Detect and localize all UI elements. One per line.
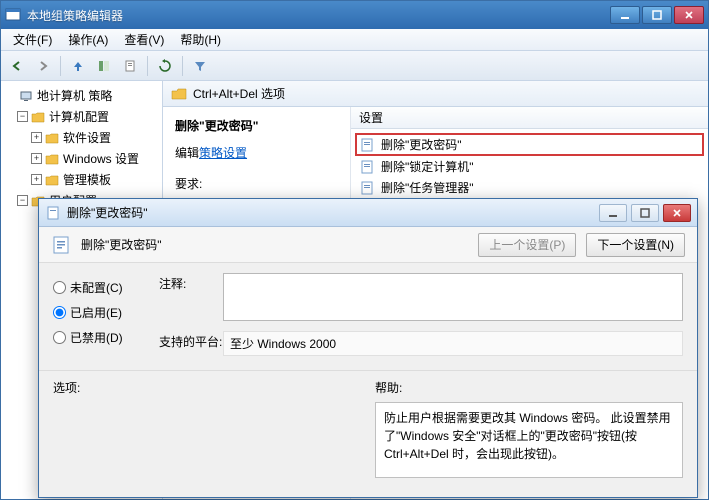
- toolbar-separator: [147, 56, 148, 76]
- window-buttons: [610, 6, 704, 24]
- tree-root[interactable]: 地计算机 策略: [3, 85, 162, 106]
- radio-not-configured-input[interactable]: [53, 281, 66, 294]
- radio-disabled-input[interactable]: [53, 331, 66, 344]
- app-icon: [5, 7, 21, 23]
- policy-icon: [51, 235, 71, 255]
- dialog-title: 删除"更改密码": [67, 204, 599, 221]
- tree-label: 管理模板: [63, 171, 111, 188]
- list-item[interactable]: 删除"更改密码": [355, 133, 704, 156]
- tree-computer-config[interactable]: − 计算机配置: [3, 106, 162, 127]
- refresh-button[interactable]: [153, 54, 177, 78]
- policy-dialog: 删除"更改密码" 删除"更改密码" 上一个设置(P) 下一个设置(N) 未配置(…: [38, 198, 698, 498]
- toolbar-separator: [182, 56, 183, 76]
- radio-label: 已禁用(D): [70, 329, 123, 346]
- menubar: 文件(F) 操作(A) 查看(V) 帮助(H): [1, 29, 708, 51]
- tree-admin-templates[interactable]: + 管理模板: [3, 169, 162, 190]
- comment-label: 注释:: [159, 273, 223, 292]
- path-header: Ctrl+Alt+Del 选项: [163, 81, 708, 107]
- menu-action[interactable]: 操作(A): [60, 29, 116, 50]
- list-item[interactable]: 删除"任务管理器": [355, 177, 704, 198]
- folder-icon: [45, 131, 59, 145]
- help-column: 帮助: 防止用户根据需要更改其 Windows 密码。 此设置禁用了"Windo…: [375, 379, 683, 478]
- radio-enabled[interactable]: 已启用(E): [53, 304, 145, 321]
- dialog-minimize-button[interactable]: [599, 204, 627, 222]
- list-item[interactable]: 删除"锁定计算机": [355, 156, 704, 177]
- up-button[interactable]: [66, 54, 90, 78]
- dialog-maximize-button[interactable]: [631, 204, 659, 222]
- state-radios: 未配置(C) 已启用(E) 已禁用(D): [53, 273, 145, 366]
- comment-row: 注释:: [159, 273, 683, 321]
- dialog-subheader: 删除"更改密码" 上一个设置(P) 下一个设置(N): [39, 227, 697, 263]
- tree-label: 地计算机 策略: [37, 87, 112, 104]
- list-column-header[interactable]: 设置: [351, 107, 708, 129]
- tree-windows-settings[interactable]: + Windows 设置: [3, 148, 162, 169]
- list-item-label: 删除"任务管理器": [381, 179, 474, 196]
- list-header-text: 设置: [359, 109, 383, 126]
- next-setting-button[interactable]: 下一个设置(N): [586, 233, 685, 257]
- dialog-lower: 选项: 帮助: 防止用户根据需要更改其 Windows 密码。 此设置禁用了"W…: [39, 370, 697, 478]
- radio-disabled[interactable]: 已禁用(D): [53, 329, 145, 346]
- tree-label: Windows 设置: [63, 150, 139, 167]
- dialog-titlebar: 删除"更改密码": [39, 199, 697, 227]
- expand-icon[interactable]: +: [31, 153, 42, 164]
- policy-icon: [359, 159, 375, 175]
- folder-icon: [45, 152, 59, 166]
- filter-button[interactable]: [188, 54, 212, 78]
- menu-view[interactable]: 查看(V): [116, 29, 172, 50]
- list-item-label: 删除"更改密码": [381, 136, 462, 153]
- detail-require-label: 要求:: [175, 175, 338, 192]
- detail-edit-prefix: 编辑: [175, 146, 199, 160]
- platform-row: 支持的平台: 至少 Windows 2000: [159, 331, 683, 356]
- properties-button[interactable]: [118, 54, 142, 78]
- prev-setting-button[interactable]: 上一个设置(P): [478, 233, 576, 257]
- radio-label: 未配置(C): [70, 279, 123, 296]
- show-hide-tree-button[interactable]: [92, 54, 116, 78]
- back-button[interactable]: [5, 54, 29, 78]
- folder-icon: [45, 173, 59, 187]
- toolbar-separator: [60, 56, 61, 76]
- radio-label: 已启用(E): [70, 304, 122, 321]
- tree-software-settings[interactable]: + 软件设置: [3, 127, 162, 148]
- close-button[interactable]: [674, 6, 704, 24]
- expand-icon[interactable]: +: [31, 132, 42, 143]
- policy-icon: [45, 205, 61, 221]
- folder-icon: [171, 86, 187, 102]
- toolbar: [1, 51, 708, 81]
- collapse-icon[interactable]: −: [17, 111, 28, 122]
- main-title: 本地组策略编辑器: [27, 7, 610, 24]
- radio-not-configured[interactable]: 未配置(C): [53, 279, 145, 296]
- dialog-close-button[interactable]: [663, 204, 691, 222]
- dialog-subtitle: 删除"更改密码": [81, 236, 468, 253]
- help-text: 防止用户根据需要更改其 Windows 密码。 此设置禁用了"Windows 安…: [375, 402, 683, 478]
- list-item-label: 删除"锁定计算机": [381, 158, 474, 175]
- policy-settings-link[interactable]: 策略设置: [199, 146, 247, 160]
- dialog-fields: 注释: 支持的平台: 至少 Windows 2000: [159, 273, 683, 366]
- platform-label: 支持的平台:: [159, 331, 223, 350]
- tree-label: 计算机配置: [49, 108, 109, 125]
- dialog-window-buttons: [599, 204, 691, 222]
- tree-label: 软件设置: [63, 129, 111, 146]
- maximize-button[interactable]: [642, 6, 672, 24]
- collapse-icon[interactable]: −: [17, 195, 28, 206]
- options-column: 选项:: [53, 379, 361, 478]
- radio-enabled-input[interactable]: [53, 306, 66, 319]
- detail-title: 删除"更改密码": [175, 117, 338, 134]
- help-label: 帮助:: [375, 379, 683, 396]
- expand-icon[interactable]: +: [31, 174, 42, 185]
- detail-edit-row: 编辑策略设置: [175, 144, 338, 161]
- folder-icon: [31, 110, 45, 124]
- policy-icon: [359, 137, 375, 153]
- policy-icon: [359, 180, 375, 196]
- computer-icon: [19, 89, 33, 103]
- menu-help[interactable]: 帮助(H): [172, 29, 229, 50]
- main-titlebar: 本地组策略编辑器: [1, 1, 708, 29]
- minimize-button[interactable]: [610, 6, 640, 24]
- options-label: 选项:: [53, 379, 361, 396]
- comment-textarea[interactable]: [223, 273, 683, 321]
- path-text: Ctrl+Alt+Del 选项: [193, 85, 285, 102]
- forward-button[interactable]: [31, 54, 55, 78]
- menu-file[interactable]: 文件(F): [5, 29, 60, 50]
- dialog-body: 未配置(C) 已启用(E) 已禁用(D) 注释: 支持的平台: 至少 Windo…: [39, 263, 697, 366]
- platform-value: 至少 Windows 2000: [223, 331, 683, 356]
